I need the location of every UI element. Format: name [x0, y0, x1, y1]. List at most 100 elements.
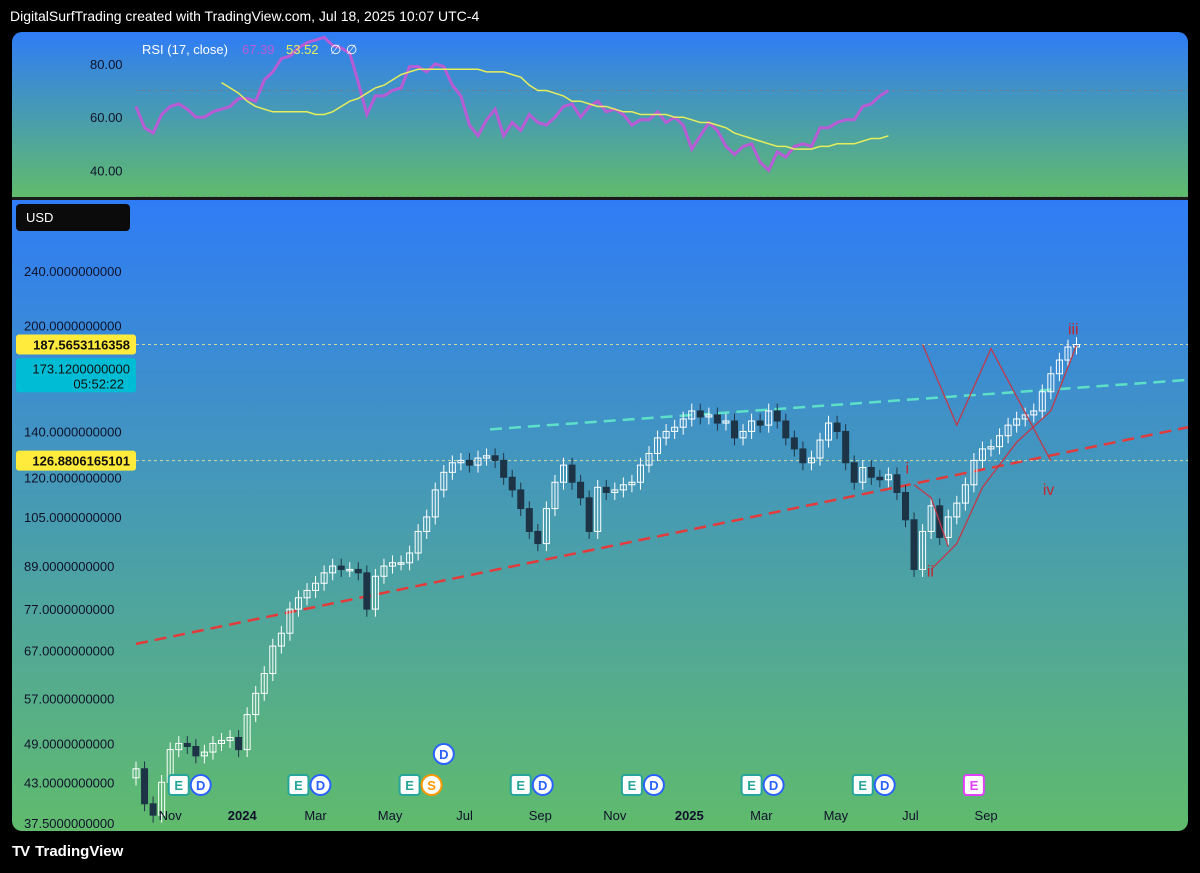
main-pane-background: [12, 200, 1188, 831]
candle-body-down: [363, 572, 371, 610]
candle-body-down: [782, 420, 790, 439]
event-marker-D: D: [309, 774, 332, 796]
time-tick-label: May: [824, 808, 849, 823]
currency-label: USD: [26, 210, 53, 225]
event-letter: D: [316, 778, 325, 793]
event-letter: D: [196, 778, 205, 793]
candle-body-down: [602, 486, 610, 493]
rsi-tick-label: 80.00: [90, 57, 123, 72]
price-tag: 126.8806165101: [16, 450, 136, 471]
time-tick-label: Mar: [304, 808, 327, 823]
candle-body-down: [850, 462, 858, 483]
event-marker-E: E: [620, 774, 643, 796]
price-tick-label: 140.0000000000: [24, 424, 122, 439]
tradingview-logo-icon: TV: [12, 843, 30, 860]
candle-body-down: [833, 422, 841, 432]
candle-body-down: [731, 420, 738, 439]
candle-body-down: [902, 491, 909, 521]
price-tick-label: 67.0000000000: [24, 643, 114, 658]
rsi-tick-label: 60.00: [90, 110, 123, 125]
candle-body-down: [696, 410, 704, 418]
event-letter: E: [405, 778, 414, 793]
event-marker-E: E: [509, 774, 532, 796]
candle-body-down: [893, 474, 901, 493]
price-tick-label: 49.0000000000: [24, 736, 114, 751]
wave-label-i: i: [906, 461, 910, 478]
chart-caption: DigitalSurfTrading created with TradingV…: [10, 8, 480, 24]
candle-body-down: [192, 746, 200, 757]
event-marker-E: E: [851, 774, 874, 796]
event-letter: D: [880, 778, 889, 793]
rsi-legend-null-2: ∅: [346, 42, 357, 57]
candle-body-down: [337, 565, 345, 570]
event-marker-E: E: [740, 774, 763, 796]
event-marker-D: D: [189, 774, 212, 796]
candle-body-down: [235, 736, 243, 751]
price-tick-label: 120.0000000000: [24, 470, 122, 485]
chart-canvas[interactable]: 80.00 60.00 40.00 RSI (17, close) 67.39 53…: [12, 32, 1188, 831]
candle-body-down: [534, 530, 542, 545]
candle-body-down: [149, 803, 157, 816]
candle-body-down: [577, 481, 585, 499]
event-letter: E: [174, 778, 183, 793]
rsi-ma-legend-value: 53.52: [286, 42, 319, 57]
footer-brand-name: TradingView: [35, 843, 124, 860]
event-marker-E: E: [398, 774, 421, 796]
event-marker-D: D: [432, 743, 455, 765]
event-marker-E: E: [287, 774, 310, 796]
time-tick-label: Nov: [159, 808, 183, 823]
event-letter: D: [649, 778, 658, 793]
time-tick-label: Sep: [529, 808, 552, 823]
candle: [910, 512, 918, 577]
candle-body-down: [354, 568, 362, 574]
candle-body-down: [517, 489, 525, 510]
event-letter: D: [769, 778, 778, 793]
time-tick-label: 2024: [228, 808, 258, 823]
candle-body-down: [799, 448, 807, 464]
event-letter: E: [970, 778, 979, 793]
event-marker-D: D: [642, 774, 665, 796]
time-tick-label: Nov: [603, 808, 627, 823]
price-tick-label: 240.0000000000: [24, 264, 122, 279]
candle-body-down: [525, 508, 533, 532]
price-tick-label: 77.0000000000: [24, 602, 114, 617]
candle-body-down: [842, 430, 850, 464]
event-marker-D: D: [531, 774, 554, 796]
price-tick-label: 105.0000000000: [24, 510, 122, 525]
price-tag-label: 126.8806165101: [32, 454, 130, 469]
candle-body-down: [585, 497, 593, 532]
candle-body-down: [183, 742, 191, 748]
time-tick-label: Jul: [456, 808, 473, 823]
chart-frame: 80.00 60.00 40.00 RSI (17, close) 67.39 53…: [12, 32, 1188, 831]
pane-separator[interactable]: [12, 197, 1188, 200]
candle-body-down: [713, 414, 721, 424]
currency-badge[interactable]: USD: [16, 204, 130, 231]
time-tick-label: 2025: [675, 808, 704, 823]
price-tick-label: 89.0000000000: [24, 559, 114, 574]
candle: [363, 565, 371, 617]
wave-label-iv: iv: [1043, 482, 1055, 499]
candle-body-down: [910, 519, 918, 570]
event-letter: D: [439, 747, 448, 762]
event-letter: E: [747, 778, 756, 793]
event-letter: S: [427, 778, 436, 793]
event-marker-E: E: [167, 774, 190, 796]
candle-body-down: [465, 459, 473, 466]
candle-body-down: [773, 410, 781, 422]
wave-label-iii: iii: [1068, 321, 1079, 338]
event-marker-S: S: [420, 774, 443, 796]
event-letter: E: [628, 778, 637, 793]
candle: [585, 490, 593, 539]
candle-body-down: [491, 455, 499, 461]
event-marker-D: D: [762, 774, 785, 796]
price-tick-label: 43.0000000000: [24, 775, 114, 790]
price-tick-label: 37.5000000000: [24, 816, 114, 831]
time-tick-label: Mar: [750, 808, 773, 823]
rsi-legend-title: RSI (17, close): [142, 42, 228, 57]
event-letter: E: [858, 778, 867, 793]
price-tag-label: 173.1200000000: [32, 361, 130, 376]
price-tick-label: 57.0000000000: [24, 692, 114, 707]
rsi-legend-value: 67.39: [242, 42, 275, 57]
price-tag-label: 187.5653116358: [33, 338, 130, 353]
event-letter: D: [538, 778, 547, 793]
